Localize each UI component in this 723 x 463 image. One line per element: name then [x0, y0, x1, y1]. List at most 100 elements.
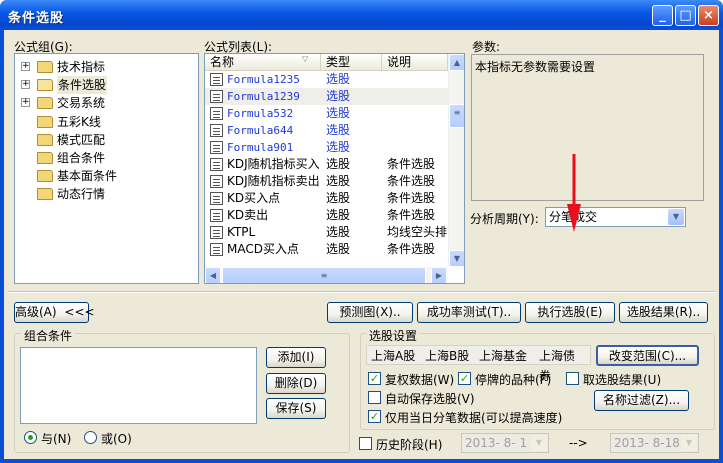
today-only-checkbox[interactable]: ✓ [368, 410, 381, 423]
table-row[interactable]: KDJ随机指标卖出 选股 条件选股 [205, 173, 448, 190]
scroll-left-button[interactable]: ◀ [205, 267, 221, 283]
scroll-up-button[interactable]: ▲ [449, 54, 464, 71]
expand-plus-icon[interactable]: + [21, 80, 30, 90]
tab-shanghai-b[interactable]: 上海B股 [421, 346, 473, 366]
tree-item[interactable]: 组合条件 [15, 149, 198, 167]
minimize-button[interactable]: _ [652, 5, 673, 26]
scroll-down-button[interactable]: ▼ [449, 250, 464, 267]
suspended-checkbox[interactable]: ✓ [458, 372, 471, 385]
params-box: 本指标无参数需要设置 [471, 54, 704, 201]
tree-item[interactable]: + 技术指标 [15, 58, 198, 76]
run-selection-button[interactable]: 执行选股(E) [525, 302, 615, 323]
cell-desc: 均线空头排 [387, 225, 448, 239]
cell-name: Formula901 [227, 141, 294, 154]
column-header-desc[interactable]: 说明 [382, 54, 448, 71]
cell-type: 选股 [326, 106, 351, 120]
expand-plus-icon[interactable]: + [21, 98, 30, 108]
preview-chart-button[interactable]: 预测图(X).. [327, 302, 413, 323]
cell-type: 选股 [326, 208, 351, 222]
window-title: 条件选股 [8, 11, 65, 26]
formula-list-view[interactable]: 名称 ▽ 类型 说明 Formula1235 选股 Formula1239 选股 For… [204, 53, 465, 284]
close-button[interactable]: × [698, 5, 719, 26]
table-row[interactable]: Formula1239 选股 [205, 88, 448, 105]
hscroll-thumb[interactable]: ≡ [222, 267, 426, 283]
cell-type: 选股 [326, 157, 351, 171]
tab-shanghai-fund[interactable]: 上海基金 [475, 346, 531, 366]
tab-shanghai-bond[interactable]: 上海债券 [535, 346, 590, 383]
tree-item[interactable]: 模式匹配 [15, 131, 198, 149]
delete-condition-button[interactable]: 删除(D) [266, 373, 326, 394]
chevron-down-icon: ▼ [531, 435, 547, 451]
horizontal-scrollbar[interactable]: ◀ ≡ ▶ [205, 267, 448, 283]
scroll-right-button[interactable]: ▶ [431, 267, 447, 283]
collapse-arrows-icon: <<< [64, 305, 95, 319]
table-row[interactable]: Formula644 选股 [205, 122, 448, 139]
table-row[interactable]: KD卖出 选股 条件选股 [205, 207, 448, 224]
column-header-type[interactable]: 类型 [321, 54, 382, 71]
formula-doc-icon [210, 243, 223, 256]
today-only-label: 仅用当日分笔数据(可以提高速度) [385, 411, 563, 425]
dialog-window: 条件选股 _ □ × 公式组(G): + 技术指标 + 条件选股 + 交易系统 五彩K线 模式… [0, 0, 723, 463]
tree-item[interactable]: 动态行情 [15, 185, 198, 203]
table-row[interactable]: Formula1235 选股 [205, 71, 448, 88]
folder-icon [37, 152, 53, 164]
table-row[interactable]: MACD买入点 选股 条件选股 [205, 241, 448, 258]
and-radio[interactable] [24, 431, 37, 444]
tree-item[interactable]: + 交易系统 [15, 94, 198, 112]
advanced-button[interactable]: 高级(A) <<< [14, 302, 95, 323]
deselect-checkbox[interactable] [566, 372, 579, 385]
cell-desc: 条件选股 [387, 174, 436, 188]
folder-icon [37, 61, 53, 73]
list-header: 名称 ▽ 类型 说明 [205, 54, 448, 71]
selection-result-button[interactable]: 选股结果(R).. [619, 302, 708, 323]
cell-name: KDJ随机指标卖出 [227, 174, 320, 188]
name-filter-button[interactable]: 名称过滤(Z)... [594, 390, 689, 411]
tree-item[interactable]: + 条件选股 [15, 76, 198, 95]
table-row[interactable]: KD买入点 选股 条件选股 [205, 190, 448, 207]
formula-doc-icon [210, 73, 223, 86]
change-range-button[interactable]: 改变范围(C)... [596, 345, 699, 366]
cell-type: 选股 [326, 174, 351, 188]
or-radio[interactable] [84, 431, 97, 444]
tree-item-label: 条件选股 [57, 76, 108, 95]
scroll-thumb[interactable]: ≡ [449, 104, 464, 128]
formula-group-tree[interactable]: + 技术指标 + 条件选股 + 交易系统五彩K线 模式匹配 组合条件基本面条件 动态行情 [14, 53, 199, 284]
add-condition-button[interactable]: 添加(I) [266, 347, 326, 368]
cell-name: Formula644 [227, 124, 294, 137]
table-row[interactable]: KTPL 选股 均线空头排 [205, 224, 448, 241]
maximize-button[interactable]: □ [675, 5, 696, 26]
table-row[interactable]: Formula532 选股 [205, 105, 448, 122]
save-condition-button[interactable]: 保存(S) [266, 398, 326, 419]
vertical-scrollbar[interactable]: ▲ ≡ ▼ [448, 54, 464, 267]
autosave-checkbox[interactable] [368, 391, 381, 404]
tree-item-label: 交易系统 [57, 96, 106, 111]
adjusted-data-checkbox[interactable]: ✓ [368, 372, 381, 385]
tree-item[interactable]: 五彩K线 [15, 113, 198, 131]
tab-shanghai-a[interactable]: 上海A股 [367, 346, 419, 366]
tree-item-label: 基本面条件 [57, 169, 118, 184]
cell-name: Formula1239 [227, 90, 300, 103]
formula-doc-icon [210, 226, 223, 239]
combo-conditions-list[interactable] [20, 347, 257, 424]
market-tabs: 上海A股 上海B股 上海基金 上海债券 [366, 345, 591, 383]
formula-doc-icon [210, 175, 223, 188]
history-label: 历史阶段(H) [376, 438, 443, 452]
tree-item-label: 技术指标 [57, 60, 106, 74]
formula-doc-icon [210, 107, 223, 120]
table-row[interactable]: Formula901 选股 [205, 139, 448, 156]
title-bar[interactable]: 条件选股 _ □ × [0, 0, 723, 30]
cell-name: MACD买入点 [227, 242, 299, 256]
formula-doc-icon [210, 141, 223, 154]
tree-item[interactable]: 基本面条件 [15, 167, 198, 185]
success-rate-test-button[interactable]: 成功率测试(T).. [417, 302, 521, 323]
history-from-date: 2013- 8- 1 ▼ [461, 433, 549, 453]
sort-arrow-icon: ▽ [302, 54, 309, 63]
table-row[interactable]: KDJ随机指标买入 选股 条件选股 [205, 156, 448, 173]
params-text: 本指标无参数需要设置 [475, 60, 596, 74]
chevron-down-icon[interactable]: ▼ [668, 209, 684, 225]
deselect-label: 取选股结果(U) [583, 373, 662, 387]
expand-plus-icon[interactable]: + [21, 62, 30, 71]
cell-name: KD买入点 [227, 191, 281, 205]
history-checkbox[interactable] [359, 437, 372, 450]
folder-icon [37, 79, 53, 92]
